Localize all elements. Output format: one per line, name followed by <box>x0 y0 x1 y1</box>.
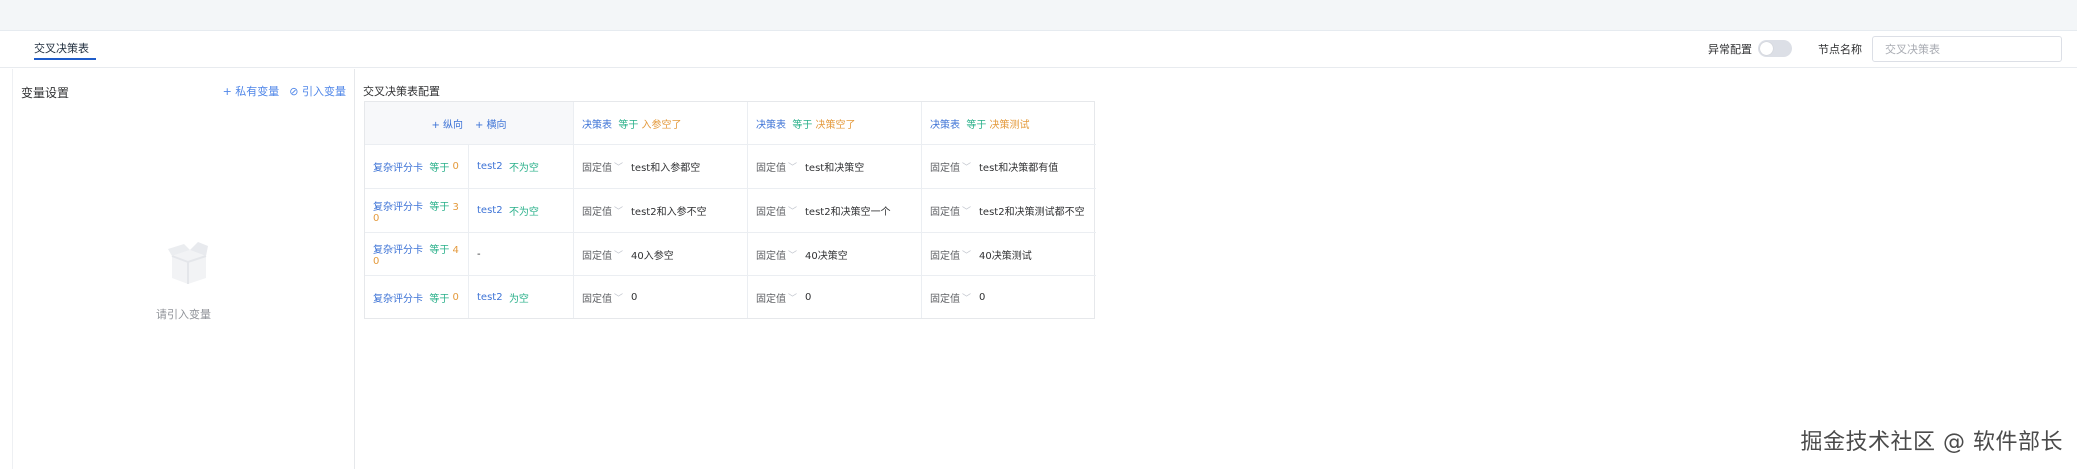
chevron-down-icon[interactable]: ﹀ <box>962 160 971 173</box>
exception-config-label: 异常配置 <box>1708 42 1752 56</box>
column-header[interactable]: 决策表 等于 决策空了 <box>748 102 922 145</box>
chevron-down-icon[interactable]: ﹀ <box>788 160 797 173</box>
variable-actions: + 私有变量 ⊘ 引入变量 <box>223 83 346 99</box>
watermark-text: 掘金技术社区 @ 软件部长 <box>1800 430 2063 455</box>
value-cell[interactable]: 固定值 ﹀ 0 <box>922 276 1096 318</box>
chevron-down-icon[interactable]: ﹀ <box>614 160 623 173</box>
value-cell[interactable]: 固定值 ﹀ 40决策测试 <box>922 233 1096 276</box>
row-condition-cell[interactable]: 复杂评分卡 等于 4 0 <box>365 233 469 276</box>
row-subcondition-cell[interactable]: test2 不为空 <box>469 145 574 189</box>
row-subcondition-cell[interactable]: - <box>469 233 574 276</box>
row-condition-cell[interactable]: 复杂评分卡 等于 0 <box>365 276 469 318</box>
header-bar: 交叉决策表 异常配置 节点名称 交叉决策表 <box>0 30 2077 68</box>
chevron-down-icon[interactable]: ﹀ <box>962 291 971 304</box>
empty-state-text: 请引入变量 <box>156 308 211 321</box>
variable-settings-panel: 变量设置 + 私有变量 ⊘ 引入变量 请引入变量 <box>12 69 355 469</box>
value-cell[interactable]: 固定值 ﹀ test2和决策测试都不空 <box>922 189 1096 233</box>
value-cell[interactable]: 固定值 ﹀ test2和入参不空 <box>574 189 748 233</box>
value-cell[interactable]: 固定值 ﹀ test和入参都空 <box>574 145 748 189</box>
corner-cell: + 纵向 + 横向 <box>365 102 574 145</box>
row-condition-cell[interactable]: 复杂评分卡 等于 0 <box>365 145 469 189</box>
value-cell[interactable]: 固定值 ﹀ test2和决策空一个 <box>748 189 922 233</box>
add-private-variable-button[interactable]: + 私有变量 <box>223 83 280 99</box>
chevron-down-icon[interactable]: ﹀ <box>788 204 797 217</box>
chevron-down-icon[interactable]: ﹀ <box>614 248 623 261</box>
row-condition-cell[interactable]: 复杂评分卡 等于 3 0 <box>365 189 469 233</box>
tab-cross-decision-table[interactable]: 交叉决策表 <box>34 40 89 56</box>
exception-config-switch[interactable] <box>1758 40 1792 57</box>
node-name-value: 交叉决策表 <box>1885 42 1940 56</box>
chevron-down-icon[interactable]: ﹀ <box>614 204 623 217</box>
chevron-down-icon[interactable]: ﹀ <box>962 248 971 261</box>
column-header[interactable]: 决策表 等于 决策测试 <box>922 102 1096 145</box>
empty-box-icon <box>168 242 208 284</box>
row-subcondition-cell[interactable]: test2 不为空 <box>469 189 574 233</box>
active-tab-indicator <box>34 58 96 60</box>
chevron-down-icon[interactable]: ﹀ <box>962 204 971 217</box>
import-variable-button[interactable]: ⊘ 引入变量 <box>289 83 346 99</box>
column-header[interactable]: 决策表 等于 入参空了 <box>574 102 748 145</box>
switch-knob <box>1760 42 1773 55</box>
value-cell[interactable]: 固定值 ﹀ test和决策都有值 <box>922 145 1096 189</box>
value-cell[interactable]: 固定值 ﹀ 0 <box>574 276 748 318</box>
chevron-down-icon[interactable]: ﹀ <box>788 248 797 261</box>
node-name-input[interactable]: 交叉决策表 <box>1872 35 2062 62</box>
node-name-group: 节点名称 交叉决策表 <box>1818 30 2062 67</box>
top-bar <box>0 0 2077 31</box>
row-subcondition-cell[interactable]: test2 为空 <box>469 276 574 318</box>
add-horizontal-button[interactable]: + 横向 <box>475 116 507 131</box>
config-title: 交叉决策表配置 <box>363 85 440 98</box>
node-name-label: 节点名称 <box>1818 42 1862 56</box>
chevron-down-icon[interactable]: ﹀ <box>614 291 623 304</box>
value-cell[interactable]: 固定值 ﹀ 40决策空 <box>748 233 922 276</box>
chevron-down-icon[interactable]: ﹀ <box>788 291 797 304</box>
value-cell[interactable]: 固定值 ﹀ test和决策空 <box>748 145 922 189</box>
exception-config: 异常配置 <box>1708 30 1792 67</box>
add-vertical-button[interactable]: + 纵向 <box>431 116 463 131</box>
cross-decision-table: + 纵向 + 横向 决策表 等于 入参空了 决策表 等于 决策空了 决策表 等于… <box>364 101 1096 319</box>
variable-settings-title: 变量设置 <box>21 86 70 100</box>
value-cell[interactable]: 固定值 ﹀ 40入参空 <box>574 233 748 276</box>
value-cell[interactable]: 固定值 ﹀ 0 <box>748 276 922 318</box>
